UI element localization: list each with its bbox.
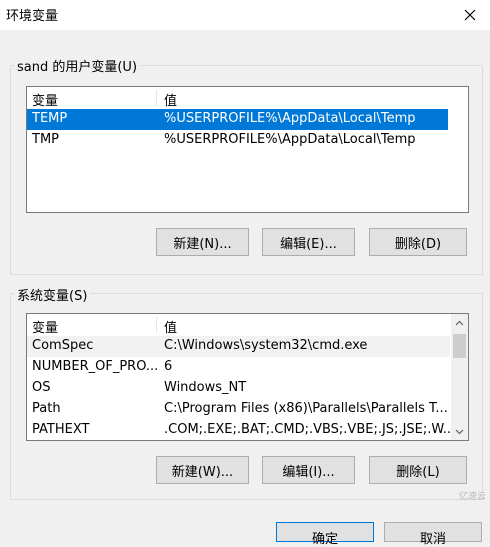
user-vars-header: 变量 值 bbox=[27, 87, 468, 109]
close-icon bbox=[464, 9, 476, 21]
window-title: 环境变量 bbox=[6, 9, 59, 24]
ok-button[interactable]: 确定 bbox=[276, 522, 374, 547]
system-vars-list[interactable]: 变量 值 ComSpec C:\Windows\system32\cmd.exe… bbox=[26, 313, 469, 441]
row-variable: PATHEXT bbox=[32, 422, 90, 437]
row-variable: ComSpec bbox=[32, 338, 94, 353]
table-row[interactable]: PATHEXT .COM;.EXE;.BAT;.CMD;.VBS;.VBE;.J… bbox=[27, 420, 455, 440]
user-vars-list[interactable]: 变量 值 TEMP %USERPROFILE%\AppData\Local\Te… bbox=[26, 86, 469, 213]
table-row[interactable]: OS Windows_NT bbox=[27, 378, 450, 399]
watermark: 亿速云 bbox=[458, 492, 486, 502]
column-header-variable[interactable]: 变量 bbox=[32, 317, 58, 336]
table-row[interactable]: ComSpec C:\Windows\system32\cmd.exe bbox=[27, 336, 450, 357]
close-button[interactable] bbox=[450, 0, 490, 30]
column-header-value[interactable]: 值 bbox=[164, 90, 177, 109]
system-edit-button[interactable]: 编辑(I)... bbox=[262, 456, 355, 484]
row-variable: TMP bbox=[32, 132, 59, 147]
user-delete-button[interactable]: 删除(D) bbox=[369, 228, 467, 256]
row-variable: Path bbox=[32, 401, 61, 416]
table-row[interactable]: Path C:\Program Files (x86)\Parallels\Pa… bbox=[27, 399, 450, 420]
row-value: %USERPROFILE%\AppData\Local\Temp bbox=[164, 111, 416, 126]
cancel-button[interactable]: 取消 bbox=[384, 522, 482, 547]
row-value: C:\Program Files (x86)\Parallels\Paralle… bbox=[164, 401, 448, 416]
column-header-value[interactable]: 值 bbox=[164, 317, 177, 336]
row-value: .COM;.EXE;.BAT;.CMD;.VBS;.VBE;.JS;.JSE;.… bbox=[164, 422, 456, 437]
user-vars-group-label: sand 的用户变量(U) bbox=[14, 56, 141, 75]
row-value: C:\Windows\system32\cmd.exe bbox=[164, 338, 368, 353]
chevron-down-icon bbox=[455, 429, 464, 434]
system-new-button[interactable]: 新建(W)... bbox=[156, 456, 249, 484]
title-bar: 环境变量 bbox=[0, 0, 490, 30]
system-vars-group-label: 系统变量(S) bbox=[14, 285, 91, 304]
table-row[interactable]: NUMBER_OF_PRO... 6 bbox=[27, 357, 450, 378]
system-delete-button[interactable]: 删除(L) bbox=[369, 456, 467, 484]
user-new-button[interactable]: 新建(N)... bbox=[156, 228, 249, 256]
row-variable: NUMBER_OF_PRO... bbox=[32, 359, 159, 374]
chevron-up-icon bbox=[455, 320, 464, 325]
column-separator[interactable] bbox=[156, 90, 157, 106]
scroll-down-button[interactable] bbox=[451, 423, 468, 440]
row-variable: TEMP bbox=[32, 111, 68, 126]
system-vars-scrollbar[interactable] bbox=[451, 314, 468, 440]
row-variable: OS bbox=[32, 380, 51, 395]
table-row[interactable]: TEMP %USERPROFILE%\AppData\Local\Temp bbox=[27, 109, 448, 130]
scroll-up-button[interactable] bbox=[451, 314, 468, 331]
table-row[interactable]: TMP %USERPROFILE%\AppData\Local\Temp bbox=[27, 130, 468, 151]
row-value: Windows_NT bbox=[164, 380, 247, 395]
row-value: %USERPROFILE%\AppData\Local\Temp bbox=[164, 132, 416, 147]
scroll-thumb[interactable] bbox=[453, 334, 466, 358]
column-header-variable[interactable]: 变量 bbox=[32, 90, 58, 109]
system-vars-header: 变量 值 bbox=[27, 314, 450, 336]
column-separator[interactable] bbox=[156, 317, 157, 333]
row-value: 6 bbox=[164, 359, 173, 374]
user-edit-button[interactable]: 编辑(E)... bbox=[262, 228, 355, 256]
